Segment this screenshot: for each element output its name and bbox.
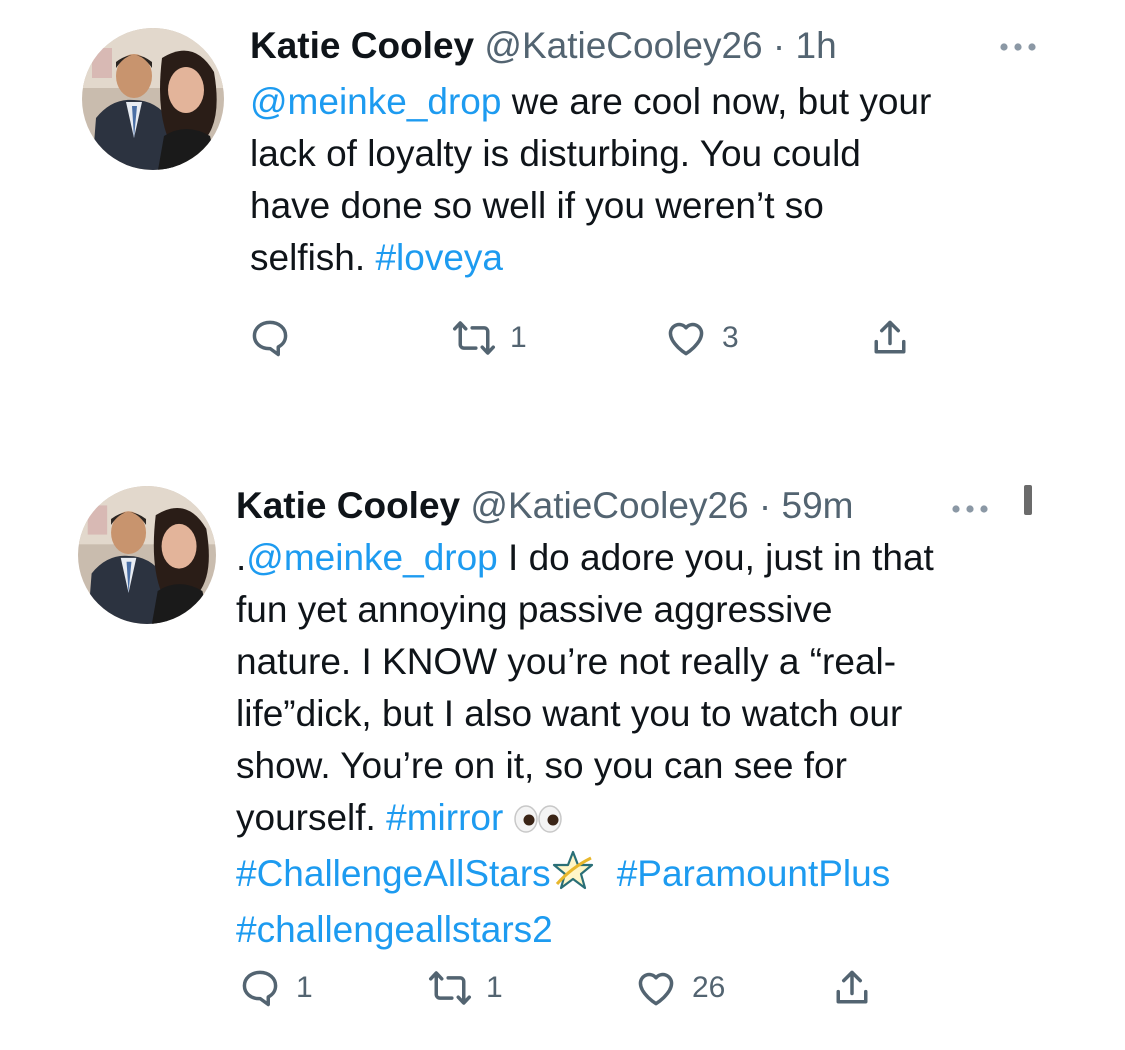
hashtag-link[interactable]: #ChallengeAllStars [236,853,551,894]
reply-icon [252,320,288,357]
scrollbar-thumb[interactable] [1024,485,1032,515]
eyes-emoji [513,796,562,848]
action-bar: 1 3 [248,316,948,366]
share-icon [874,320,906,354]
tweet-text: .@meinke_drop I do adore you, just in th… [236,532,1016,956]
timestamp[interactable]: 59m [782,485,854,526]
author-name[interactable]: Katie Cooley [236,485,460,526]
share-icon [836,970,868,1004]
tweet-header: Katie Cooley @KatieCooley26 · 59m [236,484,854,528]
text-line: fun yet annoying passive aggressive [236,589,833,630]
mention-link[interactable]: @meinke_drop [250,81,501,122]
author-handle[interactable]: @KatieCooley26 [484,25,762,66]
share-button[interactable] [830,966,874,1010]
like-button[interactable]: 3 [664,316,739,360]
reply-icon [242,970,278,1007]
reply-button[interactable]: 1 [238,966,313,1010]
avatar-photo [82,28,224,170]
retweet-icon [429,971,471,1005]
author-handle[interactable]: @KatieCooley26 [470,485,748,526]
hashtag-link[interactable]: #loveya [375,237,503,278]
retweet-icon [453,321,495,355]
reply-count: 1 [296,971,313,1004]
more-options-icon[interactable] [998,40,1038,52]
tweet-1[interactable]: Katie Cooley @KatieCooley26 · 1h @meinke… [0,0,1125,420]
heart-icon [638,972,674,1006]
hashtag-link[interactable]: #ParamountPlus [617,853,891,894]
heart-icon [668,322,704,356]
tweet-text: @meinke_drop we are cool now, but your l… [250,76,1050,284]
separator-dot: · [772,25,786,66]
star-emoji [551,850,595,904]
text-line: I do adore you, just in that [497,537,934,578]
text-line: have done so well if you weren’t so [250,185,824,226]
timestamp[interactable]: 1h [796,25,837,66]
text-prefix: . [236,537,247,578]
author-name[interactable]: Katie Cooley [250,25,474,66]
share-button[interactable] [868,316,912,360]
mention-link[interactable]: @meinke_drop [246,537,497,578]
text-line: yourself. [236,797,387,838]
like-count: 3 [722,321,739,354]
text-line: nature. I KNOW you’re not really a “real… [236,641,897,682]
text-line: life”dick, but I also want you to watch … [236,693,903,734]
like-button[interactable]: 26 [634,966,725,1010]
text-line: selfish. [250,237,376,278]
like-count: 26 [692,971,726,1004]
avatar-photo [78,486,216,624]
retweet-button[interactable]: 1 [428,966,503,1010]
action-bar: 1 1 26 [238,966,938,1016]
more-options-icon[interactable] [950,502,990,514]
separator-dot: · [758,485,772,526]
text-line: lack of loyalty is disturbing. You could [250,133,861,174]
retweet-count: 1 [486,971,503,1004]
retweet-button[interactable]: 1 [452,316,527,360]
text-line: show. You’re on it, so you can see for [236,745,847,786]
reply-button[interactable] [248,316,306,360]
hashtag-link[interactable]: #challengeallstars2 [236,909,553,950]
retweet-count: 1 [510,321,527,354]
hashtag-link[interactable]: #mirror [386,797,503,838]
text-line: we are cool now, but your [501,81,932,122]
tweet-2[interactable]: Katie Cooley @KatieCooley26 · 59m .@mein… [0,460,1125,1050]
tweet-header: Katie Cooley @KatieCooley26 · 1h [250,24,837,68]
avatar[interactable] [82,28,224,170]
avatar[interactable] [78,486,216,624]
